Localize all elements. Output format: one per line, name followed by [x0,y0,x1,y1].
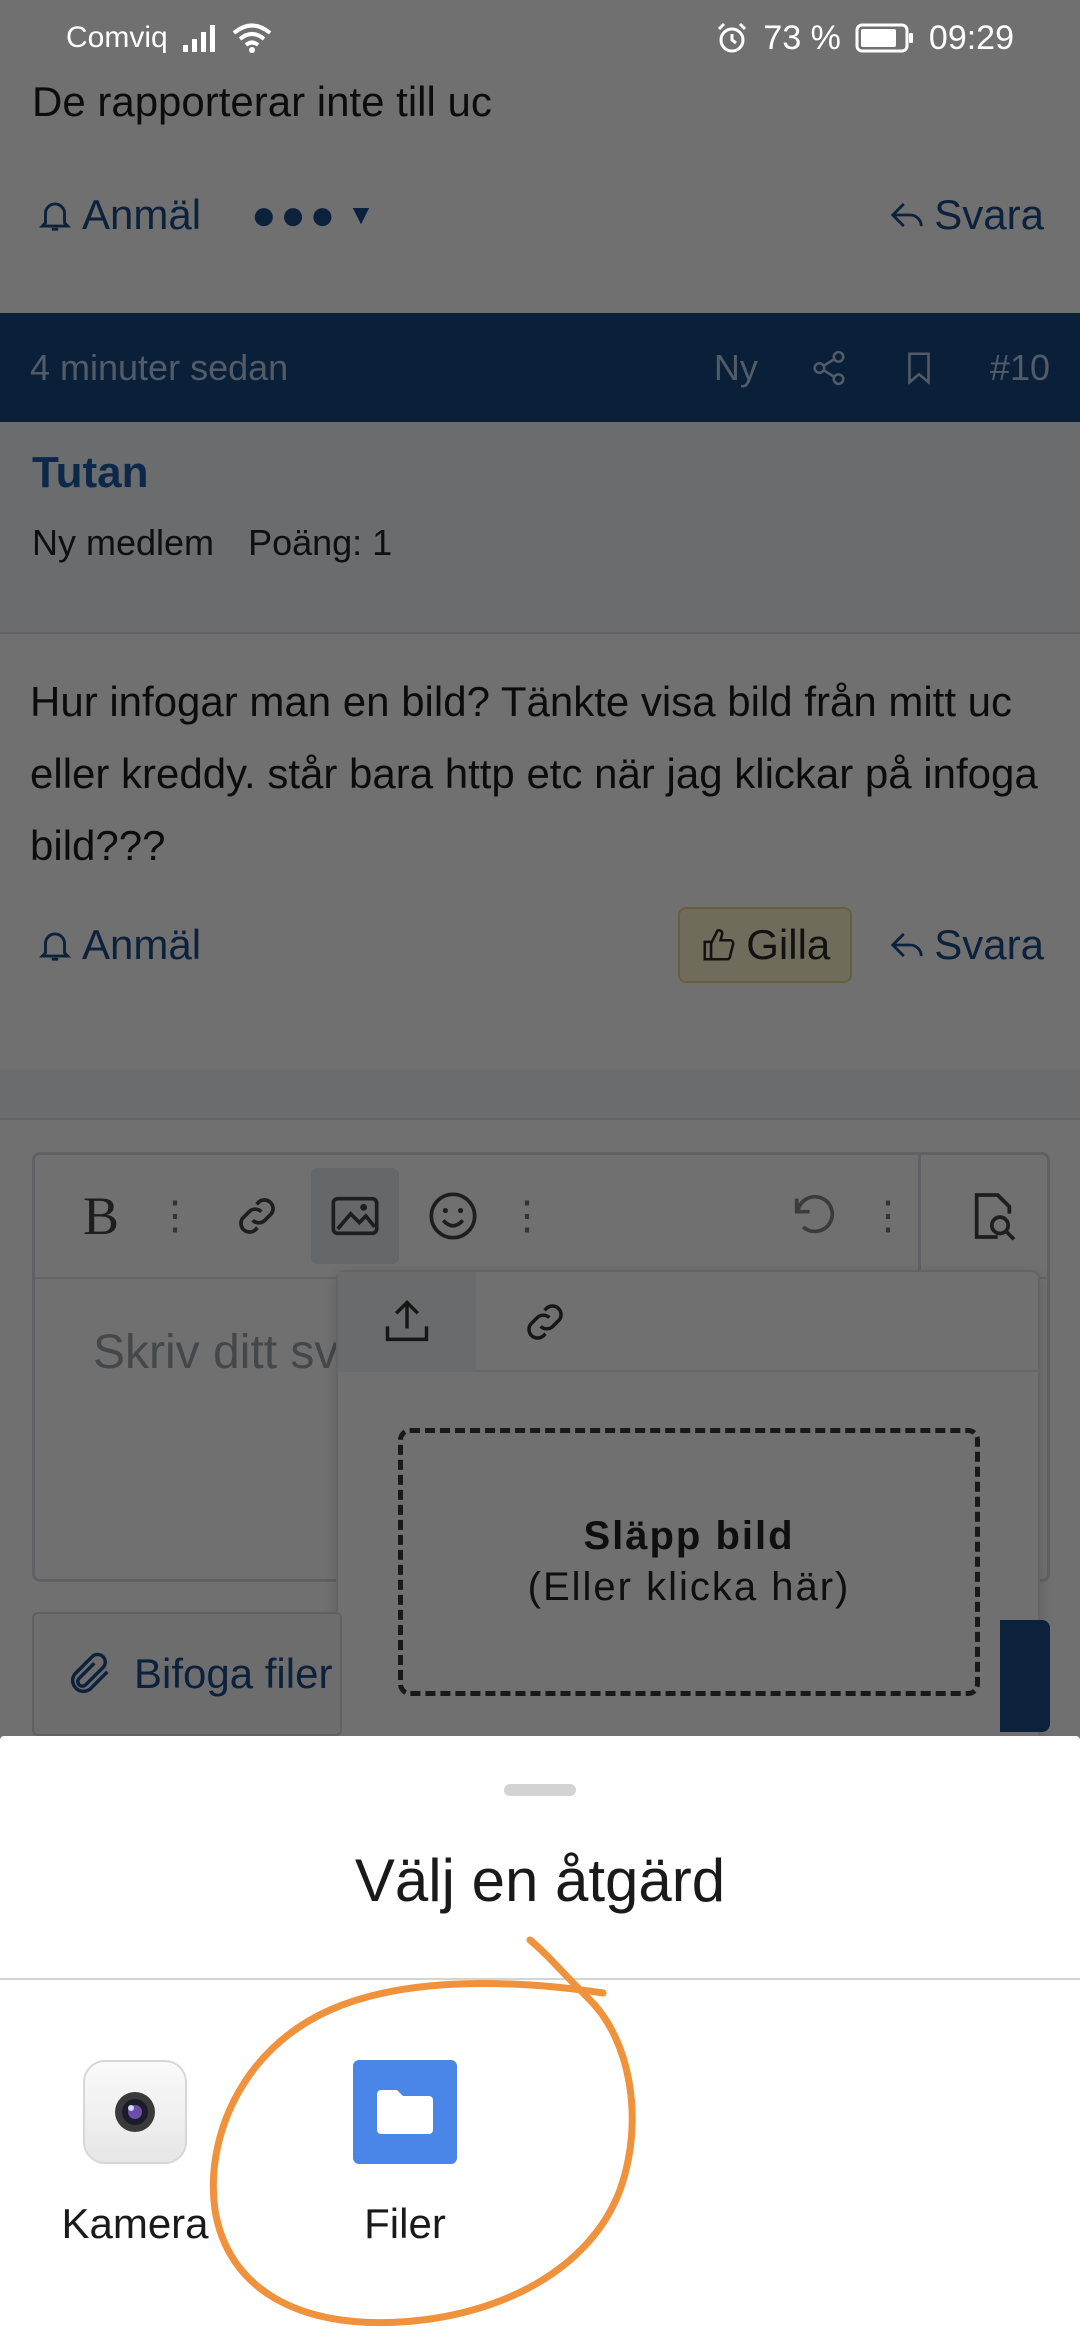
signal-icon [182,25,215,52]
thumbs-up-icon [703,929,735,961]
paperclip-icon [70,1652,109,1694]
bold-button[interactable]: B [69,1184,133,1248]
new-badge: Ny [713,346,758,388]
upload-icon [385,1300,429,1342]
reply-icon [891,202,923,228]
emoji-button[interactable] [421,1184,485,1248]
drag-handle[interactable] [504,1784,576,1796]
chevron-down-icon: ▼ [347,199,375,230]
user-meta: Ny medlem Poäng: 1 [32,522,1048,564]
post-body: Hur infogar man en bild? Tänkte visa bil… [30,678,1038,869]
previous-post-actions: Anmäl ●●● ▼ Svara [0,180,1080,250]
reply-label: Svara [934,191,1044,238]
action-chooser-sheet: Välj en åtgärd Kamera Filer [0,1736,1080,2340]
section-divider [0,1070,1080,1120]
reply-button[interactable]: Svara [888,191,1044,239]
reply-input[interactable]: Skriv ditt sv [93,1325,338,1380]
bookmark-button[interactable] [900,349,938,387]
sheet-divider [0,1978,1080,1980]
like-button[interactable]: Gilla [678,907,853,983]
user-points: Poäng: 1 [248,522,393,563]
status-bar: Comviq 73 % 09:29 [0,0,1080,76]
drop-title: Släpp bild [583,1514,795,1558]
files-label: Filer [364,2200,446,2247]
files-option[interactable]: Filer [305,2060,505,2248]
editor-toolbar: B ⋮ ⋮ ⋮ [35,1154,1047,1279]
image-source-tabs [338,1272,1038,1372]
tab-url[interactable] [476,1272,614,1372]
link-icon [239,1198,275,1234]
username-link[interactable]: Tutan [32,448,1048,498]
battery-percent: 73 % [763,18,841,57]
post-time: 4 minuter sedan [30,346,289,388]
clock: 09:29 [928,18,1014,57]
post-header: 4 minuter sedan Ny #10 [0,313,1080,422]
like-label: Gilla [746,921,831,968]
user-info: Tutan Ny medlem Poäng: 1 [0,422,1080,634]
wifi-icon [232,23,271,53]
image-drop-zone[interactable]: Släpp bild (Eller klicka här) [398,1428,980,1696]
bell-icon [38,202,72,231]
bold-icon: B [82,1186,120,1246]
tab-upload[interactable] [338,1272,476,1372]
post-actions: Anmäl Gilla Svara [0,907,1080,983]
toolbar-separator [918,1154,921,1278]
report-label: Anmäl [82,921,202,968]
camera-option[interactable]: Kamera [35,2060,235,2248]
chooser-title: Välj en åtgärd [354,1847,726,1914]
reply-icon [891,932,923,958]
files-folder-icon [353,2060,457,2164]
more-insert-options-button[interactable]: ⋮ [507,1193,547,1239]
post-number-link[interactable]: #10 [990,347,1050,389]
preview-search-icon [974,1193,1016,1241]
carrier-label: Comviq [66,21,168,54]
insert-image-button[interactable] [311,1168,399,1264]
attach-files-button[interactable]: Bifoga filer [32,1612,342,1736]
alarm-icon [718,22,747,53]
report-button[interactable]: Anmäl [36,921,201,969]
drop-subtitle: (Eller klicka här) [527,1565,851,1609]
submit-button[interactable] [1000,1620,1050,1732]
camera-label: Kamera [61,2200,209,2247]
bookmark-icon [908,351,930,385]
undo-button[interactable] [782,1184,846,1248]
report-label: Anmäl [82,191,202,238]
insert-link-button[interactable] [225,1184,289,1248]
user-rank: Ny medlem [32,522,215,563]
reply-label: Svara [934,921,1044,968]
reply-button[interactable]: Svara [888,921,1044,969]
insert-image-popup: Släpp bild (Eller klicka här) [336,1270,1040,1750]
smiley-icon [429,1192,477,1240]
more-text-options-button[interactable]: ⋮ [155,1193,195,1239]
more-edit-options-button[interactable]: ⋮ [868,1193,908,1239]
image-icon [331,1196,379,1236]
more-dots-icon: ●●● [251,191,340,238]
bell-icon [38,932,72,961]
preview-button[interactable] [961,1184,1025,1248]
camera-icon [83,2060,187,2164]
undo-icon [794,1194,835,1234]
share-icon [813,350,845,385]
previous-post-text: De rapporterar inte till uc [32,78,492,125]
report-button[interactable]: Anmäl [36,191,201,239]
more-menu-button[interactable]: ●●● ▼ [251,191,375,239]
attach-label: Bifoga filer [134,1650,333,1697]
battery-icon [855,23,913,53]
share-button[interactable] [810,349,848,387]
link-icon [527,1304,563,1340]
